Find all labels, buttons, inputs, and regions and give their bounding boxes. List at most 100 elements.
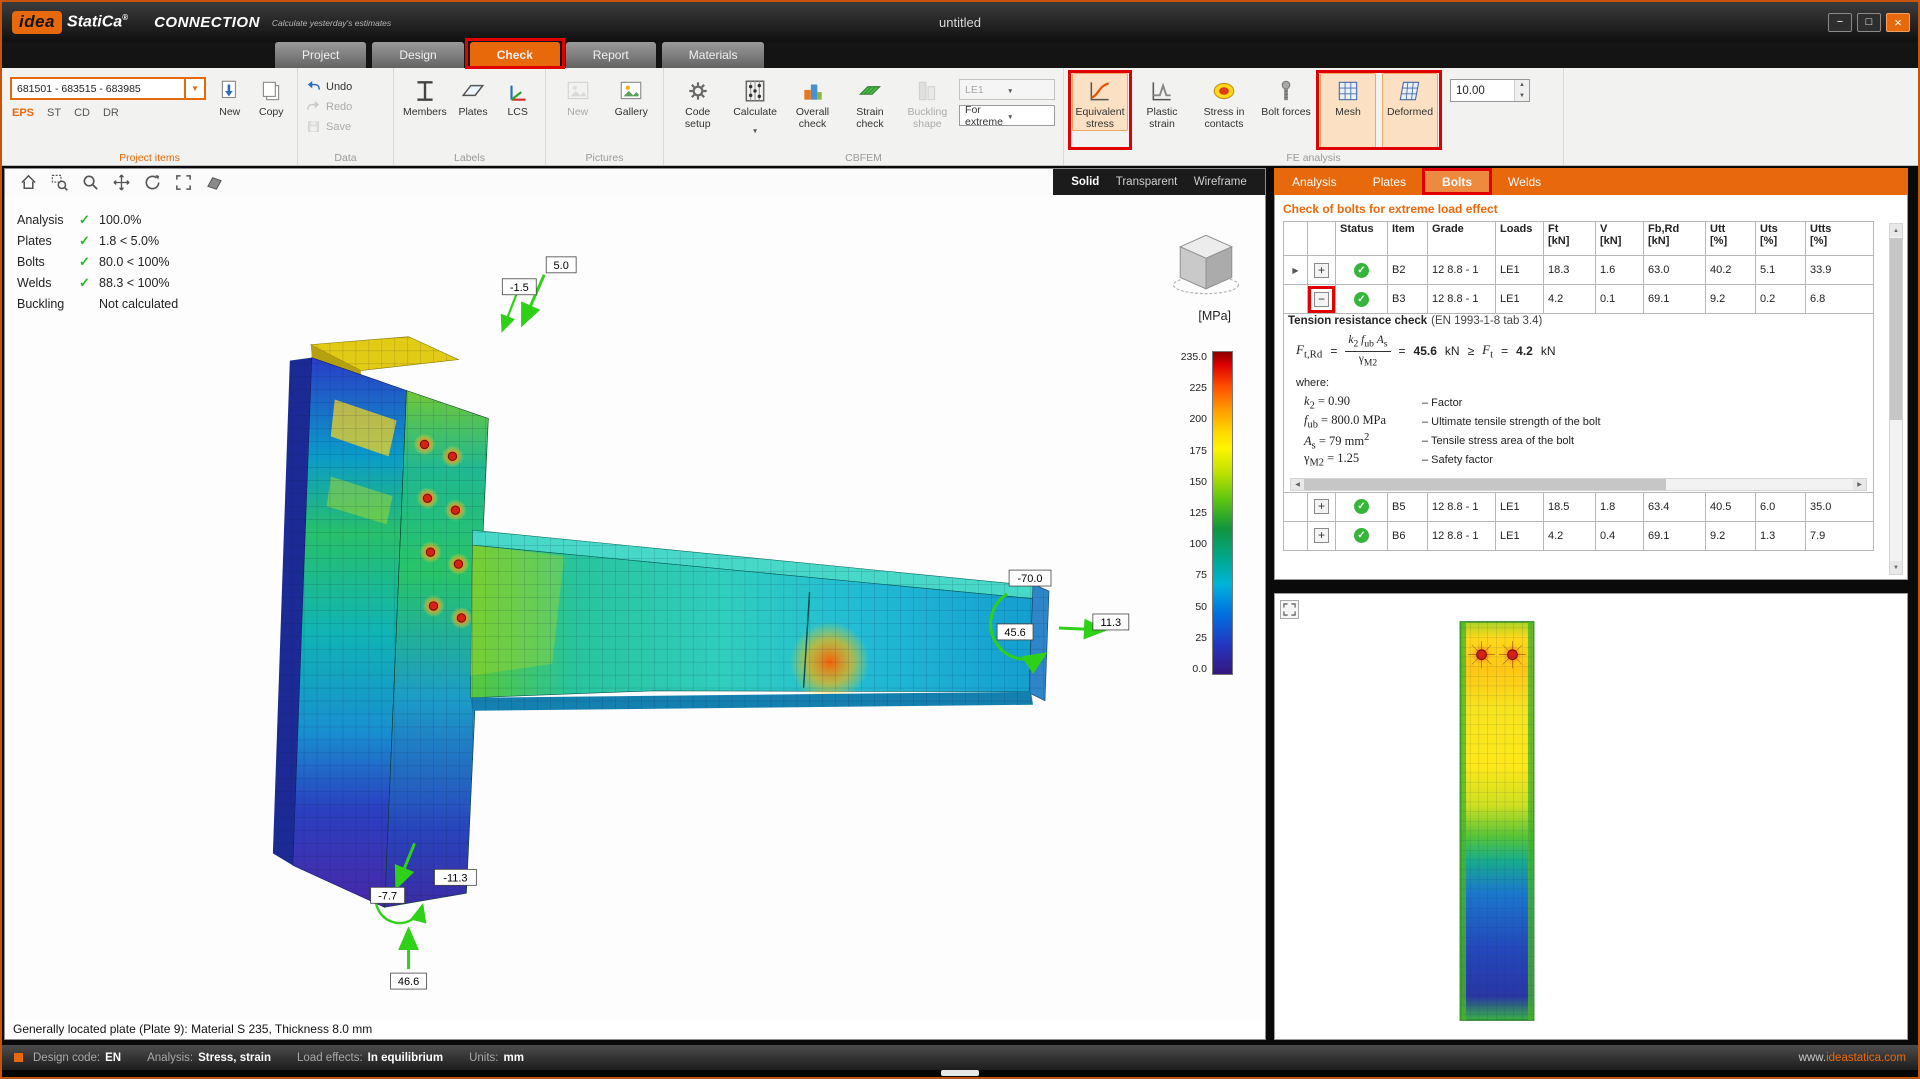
title-bar: idea StatiCa® CONNECTION Calculate yeste… — [2, 2, 1918, 42]
rotate-button[interactable] — [141, 171, 163, 193]
tab-bolts[interactable]: Bolts — [1424, 168, 1490, 195]
scrollbar-thumb[interactable] — [1304, 479, 1666, 490]
mode-cd[interactable]: CD — [74, 107, 90, 119]
group-fe-analysis: Equivalent stress Plastic strain Stress … — [1064, 68, 1564, 165]
pan-button[interactable] — [110, 171, 132, 193]
zoom-button[interactable] — [79, 171, 101, 193]
tab-report[interactable]: Report — [566, 42, 656, 68]
3d-canvas[interactable]: 5.0 -1.5 -70.0 45.6 11.3 -11.3 -7.7 46.6… — [5, 195, 1265, 1019]
scroll-left-icon[interactable] — [1291, 479, 1304, 490]
calculate-button[interactable]: Calculate — [729, 73, 780, 149]
collapse-button[interactable] — [1314, 292, 1329, 307]
stress-in-contacts-button[interactable]: Stress in contacts — [1196, 73, 1252, 149]
check-ok-icon — [79, 275, 99, 291]
mode-eps[interactable]: EPS — [12, 107, 34, 119]
scroll-up-icon[interactable] — [1890, 224, 1902, 237]
extreme-dropdown[interactable]: For extreme — [959, 105, 1055, 126]
members-button[interactable]: Members — [402, 73, 448, 149]
scroll-down-icon[interactable] — [1890, 561, 1902, 574]
chevron-down-icon — [1007, 110, 1049, 122]
copy-item-button[interactable]: Copy — [254, 73, 290, 149]
undo-button[interactable]: Undo — [306, 79, 352, 94]
maximize-button[interactable] — [1857, 13, 1881, 32]
scrollbar-thumb[interactable] — [1890, 238, 1902, 420]
mesh-button[interactable]: Mesh — [1320, 73, 1376, 149]
column-member[interactable] — [273, 337, 488, 908]
tab-design[interactable]: Design — [372, 42, 463, 68]
tab-plates[interactable]: Plates — [1355, 168, 1424, 195]
mode-dr[interactable]: DR — [103, 107, 119, 119]
mode-solid[interactable]: Solid — [1071, 176, 1099, 188]
website-link[interactable]: www.ideastatica.com — [1799, 1052, 1906, 1064]
ribbon-tabstrip: Project Design Check Report Materials — [2, 42, 1918, 68]
beam-member[interactable] — [470, 530, 1049, 711]
overall-check-button[interactable]: Overall check — [787, 73, 838, 149]
detail-horizontal-scrollbar[interactable] — [1290, 478, 1867, 491]
perspective-button[interactable] — [203, 171, 225, 193]
results-tabbar: Analysis Plates Bolts Welds — [1274, 168, 1908, 195]
view-cube[interactable] — [1163, 225, 1249, 303]
deformed-button[interactable]: Deformed — [1382, 73, 1438, 149]
table-row[interactable]: B312 8.8 - 1 LE14.2 0.169.1 9.20.2 6.8 — [1284, 285, 1874, 314]
detail-title: Tension resistance check(EN 1993-1-8 tab… — [1288, 315, 1869, 327]
calculate-icon — [742, 78, 768, 104]
spinner-down-icon[interactable] — [1515, 91, 1529, 102]
deformed-scale-spinner[interactable]: 10.00 — [1450, 79, 1530, 102]
lcs-button[interactable]: LCS — [498, 73, 537, 149]
tab-welds[interactable]: Welds — [1490, 168, 1559, 195]
mode-wireframe[interactable]: Wireframe — [1194, 176, 1247, 188]
check-ok-icon — [79, 212, 99, 228]
fit-view-button[interactable] — [172, 171, 194, 193]
colorbar-gradient — [1212, 351, 1233, 675]
tab-materials[interactable]: Materials — [662, 42, 765, 68]
status-bar: Design code: EN Analysis: Stress, strain… — [2, 1045, 1918, 1070]
load-effect-dropdown[interactable]: LE1 — [959, 79, 1055, 100]
tab-project[interactable]: Project — [275, 42, 366, 68]
expand-button[interactable] — [1314, 499, 1329, 514]
zoom-window-button[interactable] — [48, 171, 70, 193]
plastic-strain-button[interactable]: Plastic strain — [1134, 73, 1190, 149]
code-setup-icon — [685, 78, 711, 104]
mode-st[interactable]: ST — [47, 107, 61, 119]
tab-analysis[interactable]: Analysis — [1274, 168, 1355, 195]
mode-transparent[interactable]: Transparent — [1116, 176, 1178, 188]
expand-button[interactable] — [1314, 263, 1329, 278]
bolts-table: Status Item Grade Loads Ft[kN] V[kN] Fb,… — [1283, 221, 1874, 551]
table-vertical-scrollbar[interactable] — [1889, 223, 1903, 575]
code-setup-button[interactable]: Code setup — [672, 73, 723, 149]
check-ok-icon — [79, 254, 99, 270]
tab-check[interactable]: Check — [470, 42, 560, 68]
plates-icon — [460, 78, 486, 104]
home-view-button[interactable] — [17, 171, 39, 193]
plate-stress-view[interactable] — [1451, 618, 1543, 1024]
plates-button[interactable]: Plates — [454, 73, 493, 149]
table-row[interactable]: B212 8.8 - 1 LE118.3 1.663.0 40.25.1 33.… — [1284, 256, 1874, 285]
buckling-shape-button[interactable]: Buckling shape — [902, 73, 953, 149]
equivalent-stress-button[interactable]: Equivalent stress — [1072, 73, 1128, 131]
gallery-button[interactable]: Gallery — [608, 73, 656, 149]
spinner-up-icon[interactable] — [1515, 80, 1529, 91]
expand-view-button[interactable] — [1280, 600, 1299, 619]
project-item-selector[interactable]: 681501 - 683515 - 683985 — [10, 77, 206, 100]
chevron-down-icon[interactable] — [186, 77, 206, 100]
selection-status-text: Generally located plate (Plate 9): Mater… — [5, 1019, 1265, 1039]
redo-button[interactable]: Redo — [306, 99, 352, 114]
scroll-right-icon[interactable] — [1853, 479, 1866, 490]
save-button[interactable]: Save — [306, 119, 352, 134]
table-row[interactable]: B512 8.8 - 1 LE118.5 1.863.4 40.56.0 35.… — [1284, 492, 1874, 521]
connection-model[interactable]: 5.0 -1.5 -70.0 45.6 11.3 -11.3 -7.7 46.6 — [5, 195, 1265, 1019]
minimize-button[interactable] — [1828, 13, 1852, 32]
table-row[interactable]: B612 8.8 - 1 LE14.2 0.469.1 9.21.3 7.9 — [1284, 521, 1874, 550]
close-button[interactable] — [1886, 13, 1910, 32]
strain-check-button[interactable]: Strain check — [844, 73, 895, 149]
group-labels: Members Plates LCS Labels — [394, 68, 546, 165]
group-cbfem: Code setup Calculate Overall check Strai… — [664, 68, 1064, 165]
group-project-items: 681501 - 683515 - 683985 EPS ST CD DR Ne… — [2, 68, 298, 165]
expand-button[interactable] — [1314, 528, 1329, 543]
new-item-button[interactable]: New — [212, 73, 248, 149]
bolt-forces-button[interactable]: Bolt forces — [1258, 73, 1314, 149]
new-picture-button[interactable]: New — [554, 73, 602, 149]
status-ok-icon — [1354, 528, 1369, 543]
save-icon — [306, 119, 321, 134]
colorbar-ticks: 235.0225 200175 150125 10075 5025 0.0 — [1181, 351, 1212, 675]
